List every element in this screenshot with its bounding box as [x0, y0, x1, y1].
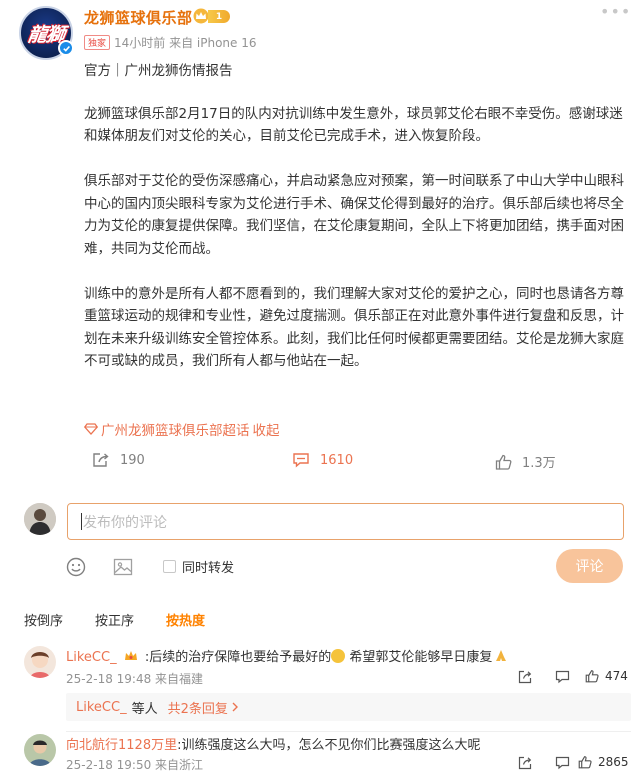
post-body: 官方｜广州龙狮伤情报告 龙狮篮球俱乐部2月17日的队内对抗训练中发生意外，球员郭… [84, 60, 629, 395]
repost-count: 190 [120, 452, 145, 468]
comment-text: 希望郭艾伦能够早日康复 [345, 650, 493, 665]
comment-like-button[interactable]: 474 [585, 669, 628, 683]
comment-meta: 25-2-18 19:50 来自浙江 [66, 758, 204, 772]
reply-count-link[interactable]: 共2条回复 [168, 698, 228, 717]
level-badge: 1 [208, 10, 230, 23]
post-headline: 官方｜广州龙狮伤情报告 [84, 63, 233, 79]
repost-icon [93, 453, 109, 467]
repost-icon[interactable] [518, 670, 532, 684]
comment-like-button[interactable]: 2865 [578, 755, 629, 769]
current-user-avatar [24, 503, 56, 535]
like-button[interactable]: 1.3万 [495, 452, 556, 471]
comment-icon[interactable] [555, 756, 570, 770]
post-paragraph: 龙狮篮球俱乐部2月17日的队内对抗训练中发生意外，球员郭艾伦右眼不幸受伤。感谢球… [84, 105, 623, 145]
commenter-avatar[interactable] [24, 646, 56, 678]
comment-line: LikeCC_ :后续的治疗保障也要给予最好的 希望郭艾伦能够早日康复 [66, 646, 508, 665]
chevron-right-icon [232, 702, 238, 712]
post-paragraph: 俱乐部对于艾伦的受伤深感痛心，并启动紧急应对预案，第一时间联系了中山大学中山眼科… [84, 173, 624, 257]
comment-input[interactable]: 发布你的评论 [67, 503, 624, 540]
post-meta: 14小时前 来自 iPhone 16 [114, 36, 257, 50]
comment-text: :训练强度这么大吗，怎么不见你们比赛强度这么大呢 [177, 738, 481, 753]
comment-count: 1610 [320, 452, 354, 468]
comment-line: 向北航行1128万里:训练强度这么大吗，怎么不见你们比赛强度这么大呢 [66, 734, 480, 753]
comment-icon [293, 453, 309, 468]
commenter-avatar[interactable] [24, 734, 56, 766]
crown-badge-icon [124, 650, 138, 662]
commenter-name[interactable]: 向北航行1128万里 [66, 738, 177, 753]
repost-button[interactable]: 190 [92, 452, 145, 468]
like-count: 1.3万 [522, 456, 556, 471]
thumbs-up-icon [585, 670, 599, 683]
reply-author[interactable]: LikeCC_ [76, 700, 127, 715]
collapse-link[interactable]: 收起 [253, 419, 280, 439]
comment-like-count: 2865 [598, 755, 629, 769]
submit-comment-button[interactable]: 评论 [556, 549, 623, 583]
comment-like-count: 474 [605, 669, 628, 683]
thumbs-up-icon [578, 756, 592, 769]
more-options-icon[interactable]: ••• [600, 2, 631, 21]
commenter-name[interactable]: LikeCC_ [66, 650, 117, 665]
comment-icon[interactable] [555, 670, 570, 684]
verified-icon [58, 40, 74, 56]
diamond-icon [84, 423, 98, 435]
author-name[interactable]: 龙狮篮球俱乐部 [84, 7, 193, 28]
supertopic-link[interactable]: 广州龙狮篮球俱乐部超话 收起 [84, 419, 280, 439]
comment-button[interactable]: 1610 [292, 452, 353, 468]
sort-by-reverse-tab[interactable]: 按倒序 [24, 610, 63, 629]
thumbs-up-icon [495, 454, 512, 470]
pray-hands-emoji-icon [494, 649, 508, 663]
comment-divider [66, 731, 631, 732]
repost-icon[interactable] [518, 756, 532, 770]
comment-text: :后续的治疗保障也要给予最好的 [144, 650, 332, 665]
text-caret [81, 513, 82, 530]
reply-summary[interactable]: LikeCC_ 等人 共2条回复 [66, 693, 631, 721]
sort-by-order-tab[interactable]: 按正序 [95, 610, 134, 629]
sort-by-hot-tab[interactable]: 按热度 [166, 610, 205, 629]
image-icon[interactable] [112, 556, 134, 578]
exclusive-tag: 独家 [84, 35, 111, 50]
repost-checkbox-label[interactable]: 同时转发 [182, 557, 234, 576]
repost-checkbox[interactable] [163, 560, 176, 573]
sad-face-emoji-icon [331, 649, 346, 663]
comment-placeholder: 发布你的评论 [83, 514, 167, 531]
reply-text: 等人 [131, 701, 158, 717]
comment-meta: 25-2-18 19:48 来自福建 [66, 672, 204, 686]
supertopic-label: 广州龙狮篮球俱乐部超话 [101, 423, 250, 439]
emoji-icon[interactable] [65, 556, 87, 578]
post-paragraph: 训练中的意外是所有人都不愿看到的，我们理解大家对艾伦的爱护之心，同时也恳请各方尊… [84, 285, 624, 370]
